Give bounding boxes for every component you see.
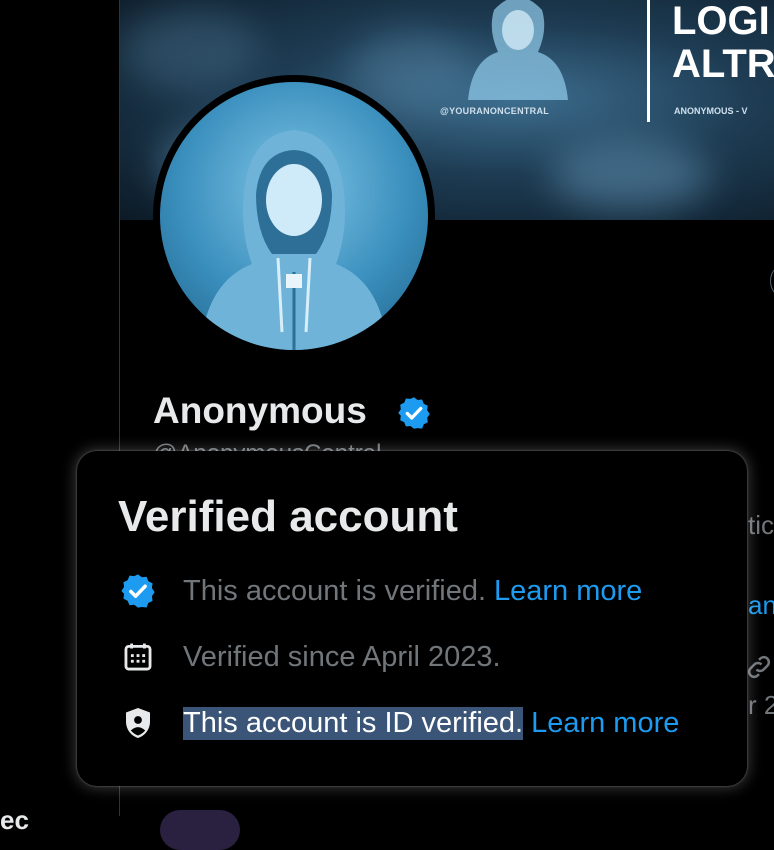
background-text-fragment: tic: [748, 510, 774, 540]
verified-badge-icon: [118, 571, 158, 611]
verified-row: This account is verified. Learn more: [118, 571, 642, 611]
verified-row-text: This account is verified.: [183, 574, 487, 607]
background-link-fragment[interactable]: an: [748, 590, 774, 621]
link-icon: [747, 655, 771, 679]
banner-headline-1: LOGI: [672, 0, 770, 43]
background-text-fragment: ec: [0, 805, 29, 835]
banner-headline-2: ALTR: [672, 42, 774, 86]
verified-since-text: Verified since April 2023.: [183, 640, 501, 673]
verified-account-popover: Verified account This account is verifie…: [77, 451, 747, 786]
id-verified-row: This account is ID verified. Learn more: [118, 703, 679, 743]
calendar-icon: [118, 637, 158, 677]
more-options-button[interactable]: [770, 262, 774, 300]
banner-hooded-figure: [468, 0, 568, 100]
id-verified-text: This account is ID verified.: [183, 706, 524, 740]
background-text-fragment: r 2: [748, 690, 774, 720]
verified-badge-icon[interactable]: [396, 395, 432, 431]
popover-title: Verified account: [118, 492, 458, 541]
avatar[interactable]: [160, 810, 240, 850]
banner-subline: ANONYMOUS - V: [674, 106, 748, 116]
banner-divider: [647, 0, 650, 122]
profile-display-name: Anonymous: [153, 390, 367, 431]
verified-since-row: Verified since April 2023.: [118, 637, 501, 677]
avatar[interactable]: [153, 75, 435, 357]
banner-handle: @YOURANONCENTRAL: [440, 106, 550, 116]
learn-more-link[interactable]: Learn more: [494, 575, 642, 608]
learn-more-link[interactable]: Learn more: [531, 707, 679, 740]
avatar-hooded-figure: [200, 130, 388, 350]
id-shield-icon: [118, 703, 158, 743]
